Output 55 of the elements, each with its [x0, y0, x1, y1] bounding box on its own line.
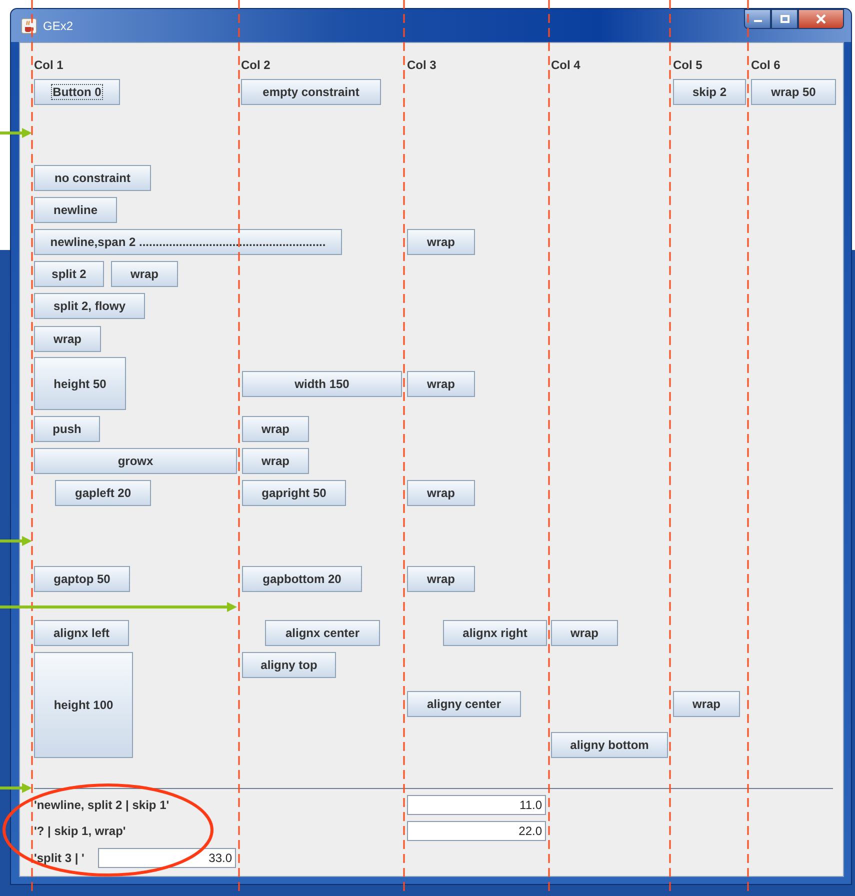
demo-button[interactable]: wrap — [407, 480, 475, 506]
demo-button[interactable]: push — [34, 416, 100, 442]
constraint-label: '? | skip 1, wrap' — [34, 824, 126, 838]
demo-button[interactable]: alignx right — [443, 620, 547, 646]
demo-button[interactable]: wrap — [551, 620, 618, 646]
demo-button[interactable]: wrap — [242, 416, 309, 442]
demo-button[interactable]: Button 0 — [34, 79, 120, 105]
cup-icon — [21, 18, 37, 34]
constraint-label: 'split 3 | ' — [34, 851, 84, 865]
demo-button[interactable]: growx — [34, 448, 237, 474]
demo-button[interactable]: wrap — [407, 229, 475, 255]
demo-button[interactable]: no constraint — [34, 165, 151, 191]
column-header: Col 4 — [551, 58, 580, 72]
demo-button[interactable]: newline — [34, 197, 117, 223]
constraint-label: 'newline, split 2 | skip 1' — [34, 798, 170, 812]
demo-button[interactable]: gapbottom 20 — [242, 566, 362, 592]
close-button[interactable] — [798, 9, 844, 29]
column-header: Col 3 — [407, 58, 436, 72]
maximize-button[interactable] — [771, 9, 798, 29]
demo-button[interactable]: split 2 — [34, 261, 104, 287]
column-header: Col 1 — [34, 58, 64, 72]
demo-button[interactable]: gaptop 50 — [34, 566, 130, 592]
demo-button[interactable]: alignx center — [265, 620, 380, 646]
demo-button[interactable]: wrap — [407, 371, 475, 397]
demo-button[interactable]: split 2, flowy — [34, 293, 145, 319]
demo-button[interactable]: aligny center — [407, 691, 521, 717]
demo-button[interactable]: gapleft 20 — [55, 480, 151, 506]
demo-button[interactable]: wrap — [407, 566, 475, 592]
arrow — [0, 536, 32, 546]
close-icon — [815, 14, 827, 24]
demo-button[interactable]: wrap — [34, 326, 101, 352]
demo-button[interactable]: aligny bottom — [551, 732, 668, 758]
demo-button[interactable]: wrap — [673, 691, 740, 717]
demo-button[interactable]: height 100 — [34, 652, 133, 758]
column-header: Col 5 — [673, 58, 702, 72]
demo-button[interactable]: empty constraint — [241, 79, 381, 105]
demo-button[interactable]: width 150 — [242, 371, 402, 397]
number-field[interactable]: 22.0 — [407, 821, 546, 841]
arrow — [0, 128, 32, 138]
demo-button[interactable]: wrap — [111, 261, 178, 287]
minimize-button[interactable] — [744, 9, 771, 29]
number-field[interactable]: 11.0 — [407, 795, 546, 815]
window-title: GEx2 — [43, 18, 74, 32]
number-field[interactable]: 33.0 — [98, 848, 236, 868]
demo-button[interactable]: wrap — [242, 448, 309, 474]
demo-button[interactable]: aligny top — [242, 652, 336, 678]
demo-button[interactable]: alignx left — [34, 620, 129, 646]
demo-button[interactable]: height 50 — [34, 357, 126, 410]
demo-button[interactable]: skip 2 — [673, 79, 746, 105]
maximize-icon — [780, 15, 790, 23]
demo-button[interactable]: gapright 50 — [242, 480, 346, 506]
column-header: Col 2 — [241, 58, 270, 72]
arrow — [0, 783, 32, 793]
demo-button[interactable]: wrap 50 — [751, 79, 836, 105]
column-header: Col 6 — [751, 58, 780, 72]
